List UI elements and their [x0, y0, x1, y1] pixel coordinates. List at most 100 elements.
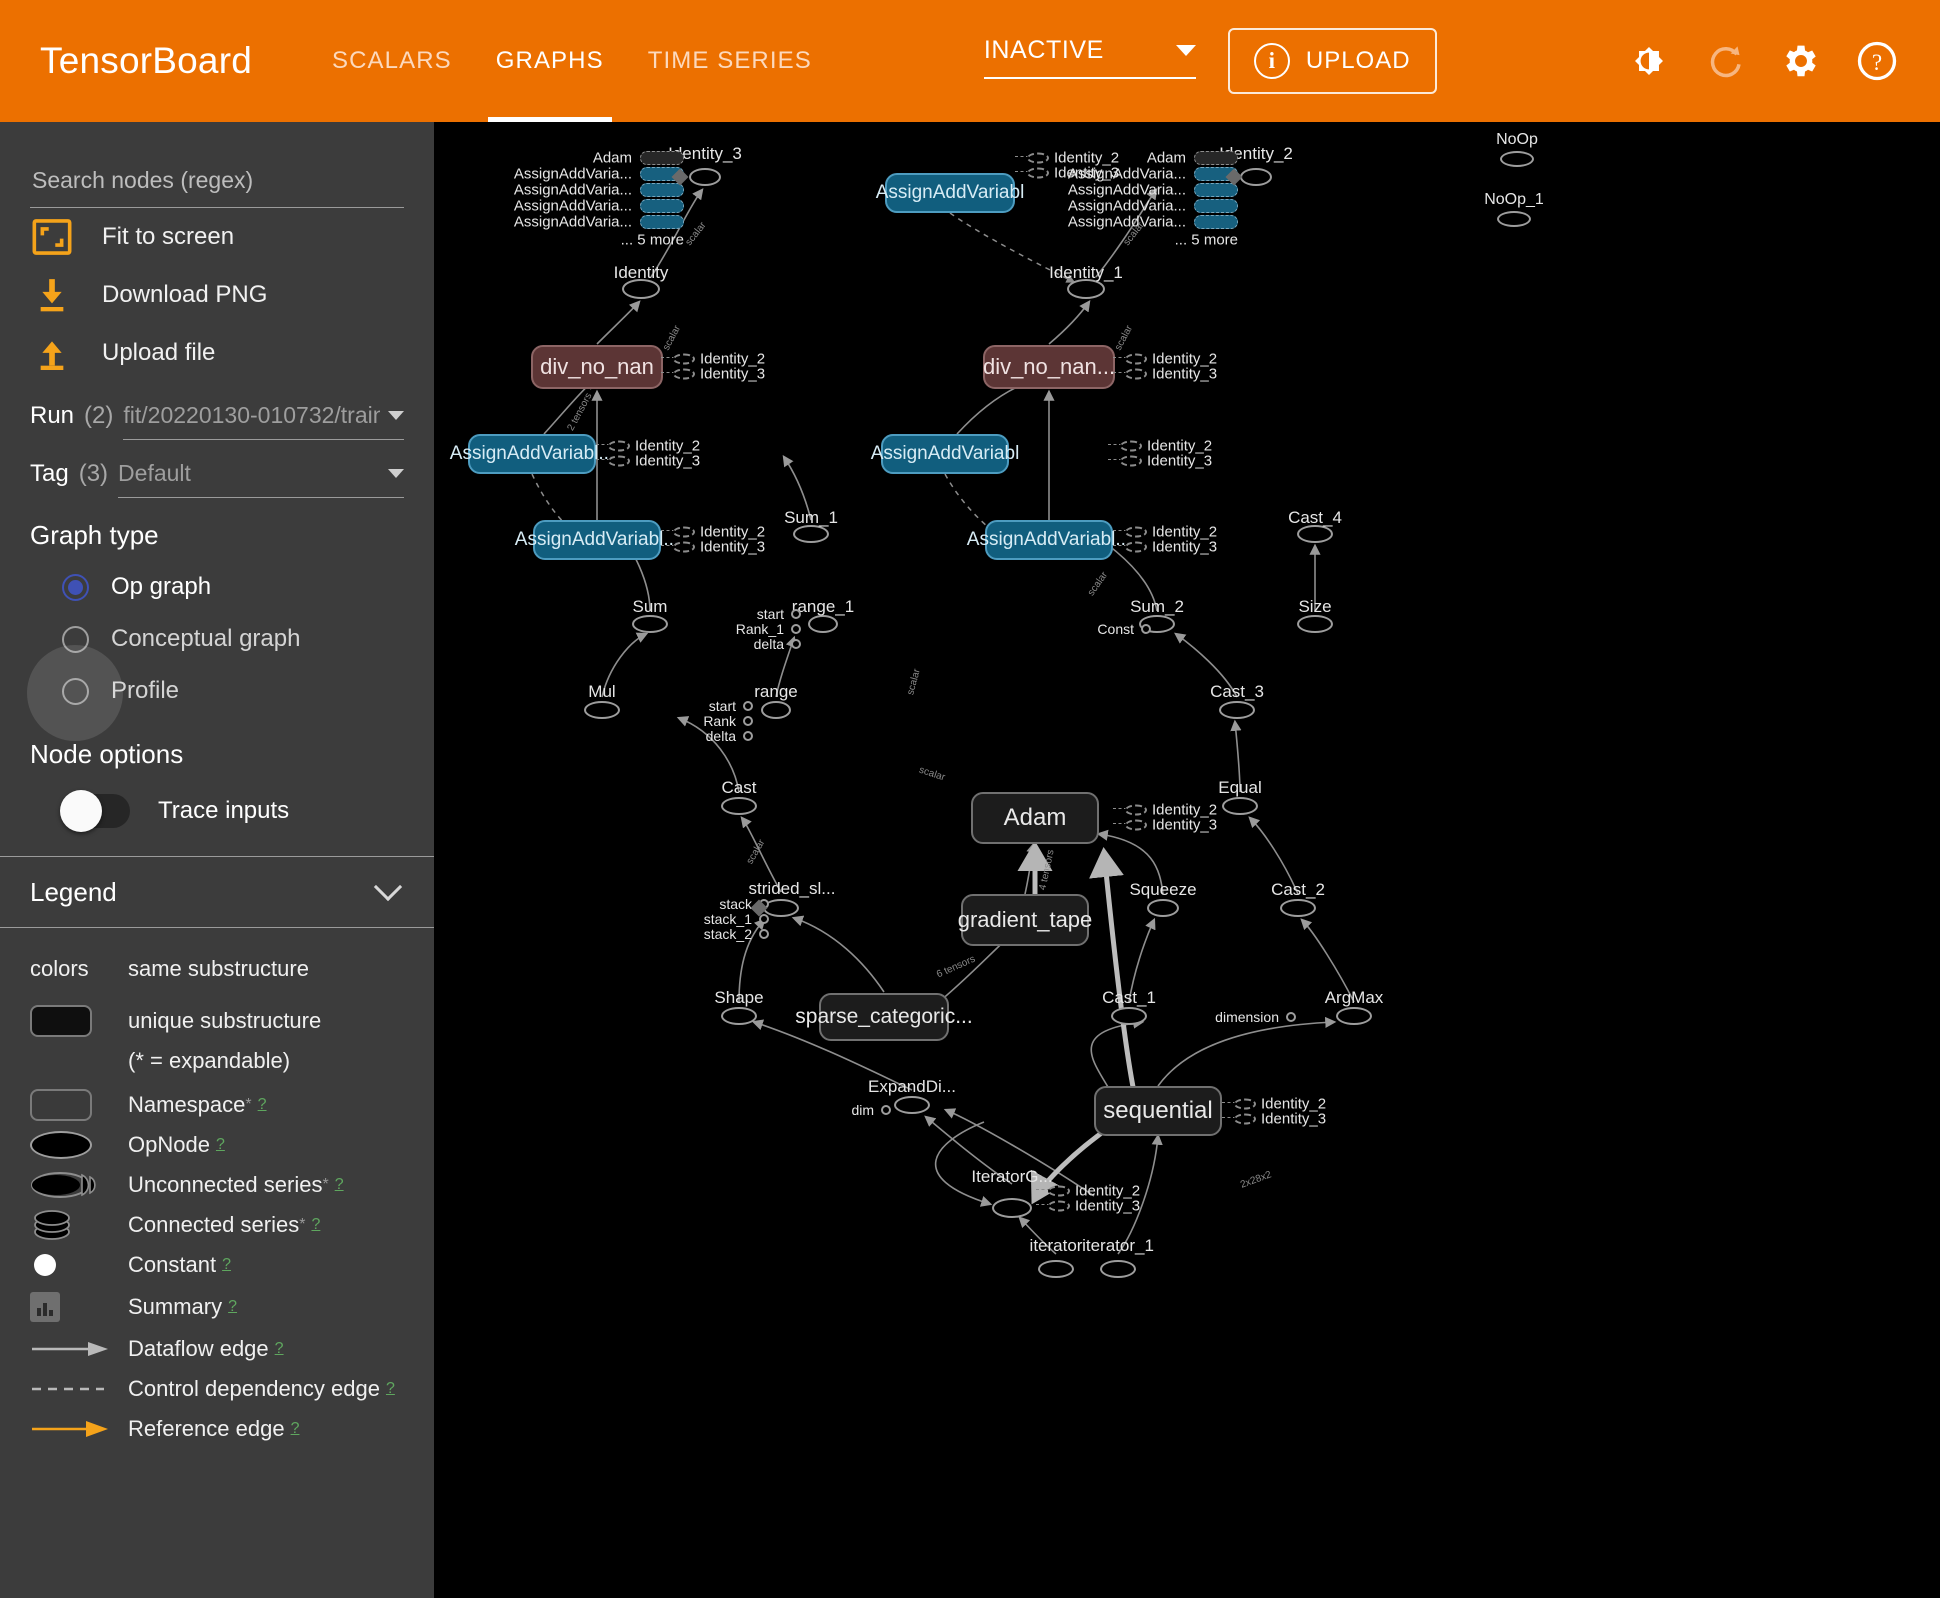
graph-op-node[interactable]: [721, 1007, 757, 1025]
graph-series-stub[interactable]: [640, 215, 684, 229]
graph-identity-node[interactable]: [673, 368, 695, 380]
help-link[interactable]: ?: [275, 1340, 284, 1358]
graph-op-node[interactable]: [689, 168, 721, 186]
graph-node-aav_mr[interactable]: AssignAddVariabl: [871, 434, 1019, 474]
graph-op-node[interactable]: [1500, 151, 1534, 167]
graph-identity-node[interactable]: [1234, 1113, 1256, 1125]
graph-input-dot[interactable]: [881, 1105, 891, 1115]
graph-input-dot[interactable]: [1286, 1012, 1296, 1022]
help-link[interactable]: ?: [258, 1096, 267, 1114]
graph-input-dot[interactable]: [791, 609, 801, 619]
graph-series-stub[interactable]: [1194, 183, 1238, 197]
graph-node-sparse_cat[interactable]: sparse_categoric...: [795, 993, 973, 1041]
graph-identity-node[interactable]: [1048, 1185, 1070, 1197]
graph-identity-node[interactable]: [1120, 455, 1142, 467]
graph-identity-node[interactable]: [1027, 167, 1049, 179]
graph-identity-node[interactable]: [608, 440, 630, 452]
help-link[interactable]: ?: [311, 1216, 320, 1234]
tab-time-series[interactable]: TIME SERIES: [626, 0, 834, 122]
graph-op-node[interactable]: [761, 701, 791, 719]
graph-series-stub[interactable]: [1194, 215, 1238, 229]
graph-op-node[interactable]: [584, 701, 620, 719]
graph-identity-node[interactable]: [1027, 152, 1049, 164]
refresh-icon[interactable]: [1704, 40, 1746, 82]
graph-op-node[interactable]: [808, 615, 838, 633]
graph-series-stub[interactable]: [1194, 199, 1238, 213]
graph-identity-node[interactable]: [673, 526, 695, 538]
upload-file-button[interactable]: Upload file: [30, 324, 404, 382]
graph-input-dot[interactable]: [791, 624, 801, 634]
trace-inputs-toggle[interactable]: Trace inputs: [60, 780, 434, 842]
radio-profile[interactable]: Profile: [27, 645, 434, 741]
graph-op-node[interactable]: [1280, 899, 1316, 917]
graph-node-sequential[interactable]: sequential: [1094, 1086, 1222, 1136]
graph-node-aav_tr_top[interactable]: AssignAddVariabl: [876, 173, 1024, 213]
gear-icon[interactable]: [1780, 40, 1822, 82]
graph-op-node[interactable]: [1147, 899, 1179, 917]
radio-op-graph[interactable]: Op graph: [62, 561, 434, 613]
help-link[interactable]: ?: [335, 1176, 344, 1194]
graph-op-node[interactable]: [1497, 211, 1531, 227]
graph-node-aav_tl[interactable]: AssignAddVariabl...: [450, 434, 614, 474]
graph-identity-node[interactable]: [1125, 819, 1147, 831]
graph-op-node[interactable]: [894, 1096, 930, 1114]
help-icon[interactable]: ?: [1856, 40, 1898, 82]
graph-identity-node[interactable]: [673, 353, 695, 365]
fit-to-screen-button[interactable]: Fit to screen: [30, 208, 404, 266]
graph-identity-node[interactable]: [1125, 353, 1147, 365]
upload-button[interactable]: i UPLOAD: [1227, 28, 1437, 94]
graph-node-gradient_tape[interactable]: gradient_tape: [958, 894, 1092, 946]
graph-node-aav_tl2[interactable]: AssignAddVariabl...: [515, 520, 679, 560]
graph-op-node[interactable]: [1111, 1007, 1147, 1025]
graph-input-dot[interactable]: [791, 639, 801, 649]
graph-input-dot[interactable]: [1141, 624, 1151, 634]
tab-graphs[interactable]: GRAPHS: [474, 0, 626, 122]
graph-identity-node[interactable]: [1120, 440, 1142, 452]
graph-node-aav_mr2[interactable]: AssignAddVariabl...: [967, 520, 1131, 560]
graph-identity-node[interactable]: [1125, 541, 1147, 553]
graph-identity-node[interactable]: [1125, 368, 1147, 380]
graph-series-stub[interactable]: [1194, 151, 1238, 165]
download-png-button[interactable]: Download PNG: [30, 266, 404, 324]
graph-series-stub[interactable]: [640, 151, 684, 165]
graph-op-node[interactable]: [721, 797, 757, 815]
graph-input-dot[interactable]: [743, 701, 753, 711]
graph-op-node[interactable]: [632, 615, 668, 633]
graph-op-node[interactable]: [1038, 1260, 1074, 1278]
graph-identity-node[interactable]: [1125, 526, 1147, 538]
graph-identity-node[interactable]: [608, 455, 630, 467]
help-link[interactable]: ?: [291, 1420, 300, 1438]
brightness-icon[interactable]: [1628, 40, 1670, 82]
help-link[interactable]: ?: [386, 1380, 395, 1398]
graph-op-node[interactable]: [992, 1198, 1032, 1218]
help-link[interactable]: ?: [228, 1298, 237, 1316]
graph-node-divnonan_l[interactable]: div_no_nan: [531, 345, 663, 389]
radio-conceptual-graph[interactable]: Conceptual graph: [62, 613, 434, 665]
search-nodes-field[interactable]: [30, 166, 404, 208]
graph-identity-node[interactable]: [1048, 1200, 1070, 1212]
graph-input-dot[interactable]: [759, 914, 769, 924]
graph-series-stub[interactable]: [640, 183, 684, 197]
search-input[interactable]: [30, 166, 404, 195]
graph-identity-node[interactable]: [1234, 1098, 1256, 1110]
graph-op-node[interactable]: [1222, 797, 1258, 815]
graph-canvas[interactable]: div_no_nan div_no_nan... AssignAddVariabl.…: [434, 122, 1940, 1598]
header-run-selector[interactable]: INACTIVE: [983, 36, 1196, 79]
graph-series-stub[interactable]: [640, 199, 684, 213]
tag-dropdown[interactable]: Default: [118, 460, 404, 498]
graph-op-node[interactable]: [1100, 1260, 1136, 1278]
graph-node-divnonan_r[interactable]: div_no_nan...: [983, 345, 1115, 389]
toggle-switch[interactable]: [60, 790, 130, 832]
run-dropdown[interactable]: fit/20220130-010732/train: [123, 402, 404, 440]
graph-op-node[interactable]: [1336, 1007, 1372, 1025]
help-link[interactable]: ?: [222, 1256, 231, 1274]
graph-input-dot[interactable]: [743, 716, 753, 726]
tab-scalars[interactable]: SCALARS: [310, 0, 474, 122]
graph-node-adam_big[interactable]: Adam: [971, 792, 1099, 844]
graph-identity-node[interactable]: [673, 541, 695, 553]
graph-input-dot[interactable]: [743, 731, 753, 741]
graph-op-node[interactable]: [1297, 615, 1333, 633]
graph-op-node[interactable]: [1219, 701, 1255, 719]
legend-section-header[interactable]: Legend: [0, 856, 434, 928]
help-link[interactable]: ?: [216, 1136, 225, 1154]
